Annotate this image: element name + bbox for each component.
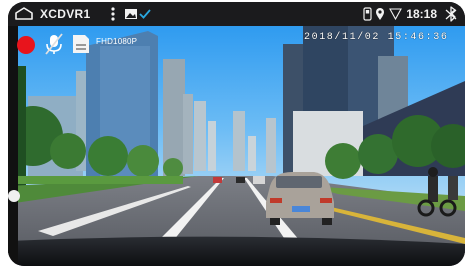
building — [266, 118, 276, 173]
building — [194, 101, 206, 171]
app-title: XCDVR1 — [40, 7, 91, 21]
car — [213, 177, 222, 183]
location-icon — [375, 7, 385, 21]
car-hood — [8, 236, 465, 266]
resolution-label: FHD1080P — [96, 37, 138, 46]
tree — [163, 158, 183, 178]
car — [236, 177, 245, 183]
tree — [88, 136, 128, 176]
hedge — [8, 176, 183, 184]
recording-indicator[interactable] — [17, 36, 35, 54]
sd-card-icon[interactable] — [72, 34, 90, 54]
car — [266, 172, 334, 225]
glare — [8, 190, 20, 202]
timestamp-overlay: 2018/11/02 15:46:36 — [304, 32, 449, 43]
tree — [325, 143, 361, 179]
signal-icon — [389, 8, 403, 20]
car — [253, 176, 265, 184]
storage-icon — [363, 7, 372, 21]
building — [233, 111, 245, 171]
tree — [127, 145, 159, 177]
building — [208, 121, 216, 171]
check-icon — [139, 8, 152, 20]
status-clock: 18:18 — [406, 7, 437, 21]
home-icon[interactable] — [14, 7, 34, 21]
camera-scene — [8, 26, 465, 266]
camera-live-view[interactable]: FHD1080P 2018/11/02 15:46:36 — [8, 26, 465, 266]
battery-icon — [443, 6, 459, 22]
building — [183, 94, 193, 174]
gallery-icon[interactable] — [124, 8, 138, 20]
a-pillar — [8, 26, 18, 266]
more-vertical-icon[interactable] — [110, 6, 116, 22]
tree — [358, 134, 398, 174]
building — [248, 136, 256, 171]
tree — [50, 133, 86, 169]
mic-muted-icon[interactable] — [43, 32, 65, 56]
status-bar: XCDVR1 18:18 — [8, 2, 465, 26]
dashcam-screen: XCDVR1 18:18 FHD1080P 2018/11/02 15:46:3… — [8, 2, 465, 266]
